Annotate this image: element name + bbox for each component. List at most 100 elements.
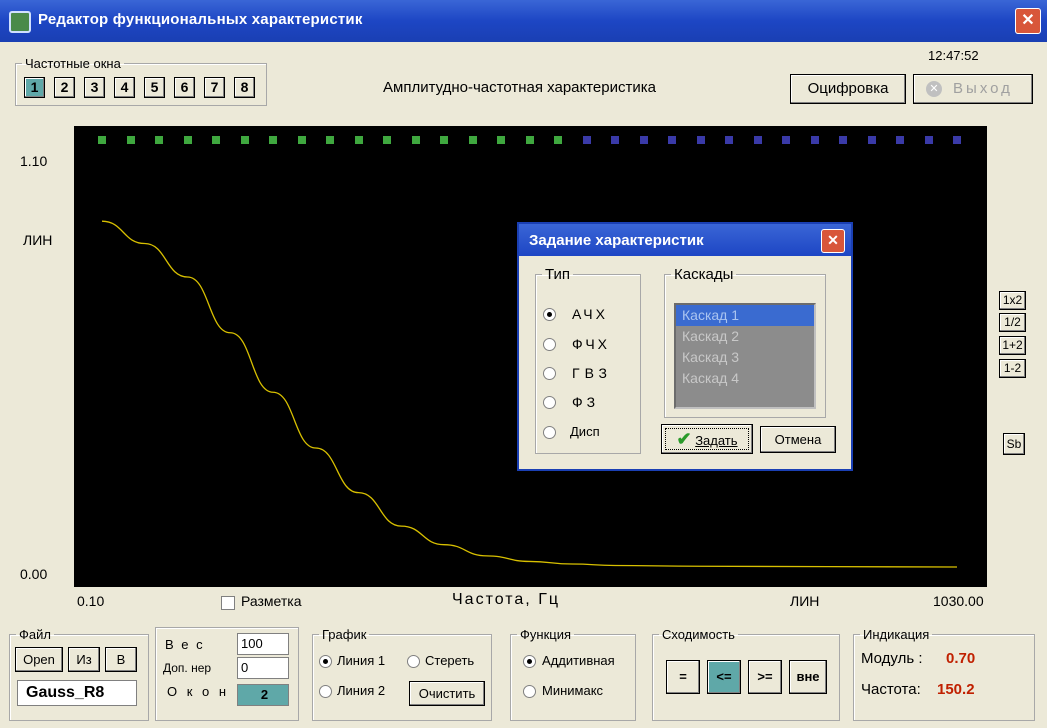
- dialog-close-button[interactable]: ✕: [821, 229, 845, 253]
- blue-marker[interactable]: [896, 136, 904, 144]
- convergence-legend: Сходимость: [662, 627, 735, 642]
- type-radio-gd[interactable]: [543, 367, 556, 380]
- side-button-1x2[interactable]: 1x2: [999, 291, 1026, 310]
- blue-marker[interactable]: [582, 136, 591, 144]
- freq-window-button-3[interactable]: 3: [84, 77, 105, 98]
- blue-marker[interactable]: [668, 136, 676, 144]
- type-label-disp: Дисп: [570, 424, 600, 439]
- type-label-pd: ФЗ: [572, 394, 600, 410]
- minimax-radio[interactable]: [523, 685, 536, 698]
- side-button-diff[interactable]: 1-2: [999, 359, 1026, 378]
- line1-radio[interactable]: [319, 655, 332, 668]
- line2-radio[interactable]: [319, 685, 332, 698]
- blue-marker[interactable]: [639, 136, 648, 144]
- green-marker[interactable]: [354, 136, 363, 144]
- green-marker[interactable]: [326, 136, 334, 144]
- exit-label: Выход: [953, 80, 1013, 97]
- cascade-item-2[interactable]: Каскад 2: [676, 326, 814, 347]
- graph-group: График: [312, 627, 492, 721]
- blue-marker[interactable]: [753, 136, 762, 144]
- type-radio-disp[interactable]: [543, 426, 556, 439]
- b-button[interactable]: В: [105, 647, 137, 672]
- conv-ge-button[interactable]: >=: [748, 660, 782, 694]
- exit-button[interactable]: ✕ Выход: [913, 74, 1033, 104]
- cascades-listbox[interactable]: Каскад 1 Каскад 2 Каскад 3 Каскад 4: [674, 303, 816, 409]
- blue-marker[interactable]: [924, 136, 933, 144]
- weight-field[interactable]: 100: [237, 633, 289, 655]
- clear-button[interactable]: Очистить: [409, 681, 485, 706]
- green-marker[interactable]: [497, 136, 505, 144]
- erase-label: Стереть: [425, 653, 475, 668]
- grid-checkbox-label: Разметка: [241, 593, 302, 609]
- green-marker[interactable]: [240, 136, 249, 144]
- freq-windows-legend: Частотные окна: [25, 56, 121, 71]
- freq-windows-group: Частотные окна: [15, 56, 267, 106]
- cascade-item-1[interactable]: Каскад 1: [676, 305, 814, 326]
- freq-window-button-7[interactable]: 7: [204, 77, 225, 98]
- blue-marker[interactable]: [810, 136, 819, 144]
- green-marker[interactable]: [98, 136, 106, 144]
- freq-window-button-4[interactable]: 4: [114, 77, 135, 98]
- blue-marker[interactable]: [725, 136, 733, 144]
- green-marker[interactable]: [269, 136, 277, 144]
- green-marker[interactable]: [212, 136, 220, 144]
- freq-window-button-5[interactable]: 5: [144, 77, 165, 98]
- green-marker[interactable]: [554, 136, 562, 144]
- green-marker[interactable]: [383, 136, 391, 144]
- grid-checkbox[interactable]: [221, 596, 235, 610]
- side-button-sum[interactable]: 1+2: [999, 336, 1026, 355]
- windows-label: О к о н: [167, 684, 230, 699]
- blue-marker[interactable]: [611, 136, 619, 144]
- freq-window-button-6[interactable]: 6: [174, 77, 195, 98]
- function-legend: Функция: [520, 627, 571, 642]
- freq-window-button-8[interactable]: 8: [234, 77, 255, 98]
- window-close-button[interactable]: ✕: [1015, 8, 1041, 34]
- erase-radio[interactable]: [407, 655, 420, 668]
- green-marker[interactable]: [525, 136, 534, 144]
- conv-outside-button[interactable]: вне: [789, 660, 827, 694]
- apply-button[interactable]: ✔ Задать: [661, 424, 753, 454]
- type-radio-afc[interactable]: [543, 308, 556, 321]
- digitize-button[interactable]: Оцифровка: [790, 74, 906, 104]
- blue-marker[interactable]: [839, 136, 847, 144]
- type-radio-pd[interactable]: [543, 396, 556, 409]
- conv-equal-button[interactable]: =: [666, 660, 700, 694]
- additive-radio[interactable]: [523, 655, 536, 668]
- type-label-pfc: ФЧХ: [572, 336, 611, 352]
- conv-le-button[interactable]: <=: [707, 660, 741, 694]
- freq-window-button-2[interactable]: 2: [54, 77, 75, 98]
- blue-marker[interactable]: [782, 136, 790, 144]
- extra-field[interactable]: 0: [237, 657, 289, 679]
- side-button-half[interactable]: 1/2: [999, 313, 1026, 332]
- green-marker[interactable]: [440, 136, 448, 144]
- cascade-item-3[interactable]: Каскад 3: [676, 347, 814, 368]
- checkmark-icon: ✔: [676, 429, 692, 449]
- from-button[interactable]: Из: [68, 647, 100, 672]
- green-marker[interactable]: [297, 136, 306, 144]
- open-button[interactable]: Open: [15, 647, 63, 672]
- green-marker[interactable]: [468, 136, 477, 144]
- filename-field[interactable]: Gauss_R8: [17, 680, 137, 706]
- cascades-legend: Каскады: [674, 266, 734, 283]
- blue-marker[interactable]: [867, 136, 876, 144]
- green-marker[interactable]: [126, 136, 135, 144]
- windows-field[interactable]: 2: [237, 684, 289, 706]
- clock: 12:47:52: [928, 48, 979, 63]
- cascade-item-4[interactable]: Каскад 4: [676, 368, 814, 389]
- sb-button[interactable]: Sb: [1003, 433, 1025, 455]
- cancel-button[interactable]: Отмена: [760, 426, 836, 453]
- type-radio-pfc[interactable]: [543, 338, 556, 351]
- extra-label: Доп. нер: [163, 661, 212, 675]
- indication-legend: Индикация: [863, 627, 930, 642]
- file-legend: Файл: [19, 627, 51, 642]
- blue-marker[interactable]: [953, 136, 961, 144]
- x-scale-label: ЛИН: [790, 593, 820, 609]
- additive-label: Аддитивная: [542, 653, 615, 668]
- freq-window-button-1[interactable]: 1: [24, 77, 45, 98]
- blue-marker[interactable]: [696, 136, 705, 144]
- green-marker[interactable]: [183, 136, 192, 144]
- green-marker[interactable]: [411, 136, 420, 144]
- green-marker[interactable]: [155, 136, 163, 144]
- apply-label: Задать: [695, 433, 738, 448]
- y-min-label: 0.00: [20, 566, 48, 582]
